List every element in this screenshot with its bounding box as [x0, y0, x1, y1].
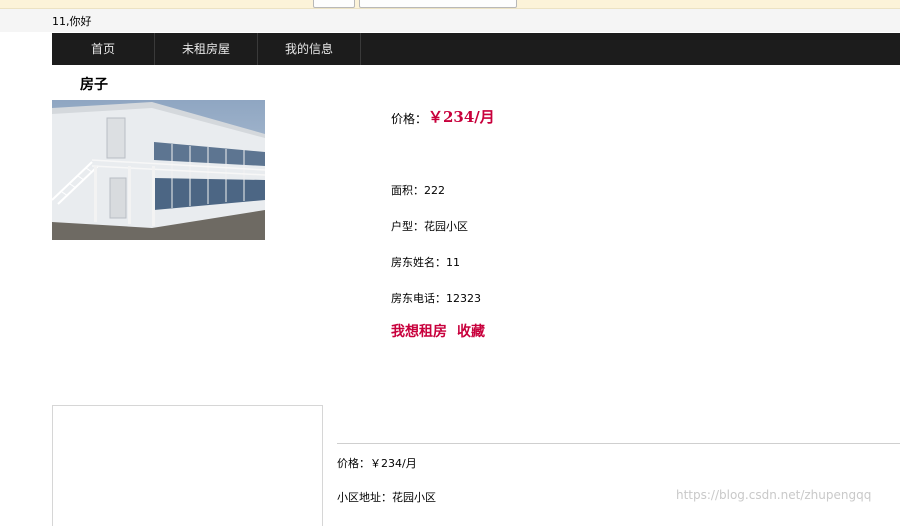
watermark-text: https://blog.csdn.net/zhupengqq — [676, 488, 872, 502]
price-value: ￥234/月 — [428, 108, 495, 126]
listing-address: 小区地址：花园小区 — [337, 491, 436, 504]
nav-item-my-info[interactable]: 我的信息 — [258, 33, 361, 65]
main-navbar: 首页 未租房屋 我的信息 — [52, 33, 900, 65]
landlord-phone-text: 房东电话：12323 — [391, 292, 481, 305]
greeting-bar: 11,你好 — [0, 9, 900, 32]
top-input-field[interactable] — [359, 0, 517, 8]
nav-item-unrented[interactable]: 未租房屋 — [155, 33, 258, 65]
listing-divider — [337, 443, 900, 444]
browser-top-strip — [0, 0, 900, 9]
house-title: 房子 — [80, 77, 108, 93]
landlord-name-text: 房东姓名：11 — [391, 256, 460, 269]
listing-card — [52, 405, 323, 526]
layout-text: 户型：花园小区 — [391, 220, 468, 233]
listing-price: 价格：￥234/月 — [337, 457, 417, 470]
detail-actions: 我想租房 收藏 — [391, 321, 485, 341]
house-photo — [52, 100, 265, 240]
price-label: 价格： — [391, 112, 428, 126]
area-text: 面积：222 — [391, 184, 445, 197]
nav-item-home[interactable]: 首页 — [52, 33, 155, 65]
top-small-button[interactable] — [313, 0, 355, 8]
favorite-link[interactable]: 收藏 — [457, 324, 485, 340]
rent-link[interactable]: 我想租房 — [391, 324, 447, 340]
greeting-text: 11,你好 — [52, 15, 92, 28]
